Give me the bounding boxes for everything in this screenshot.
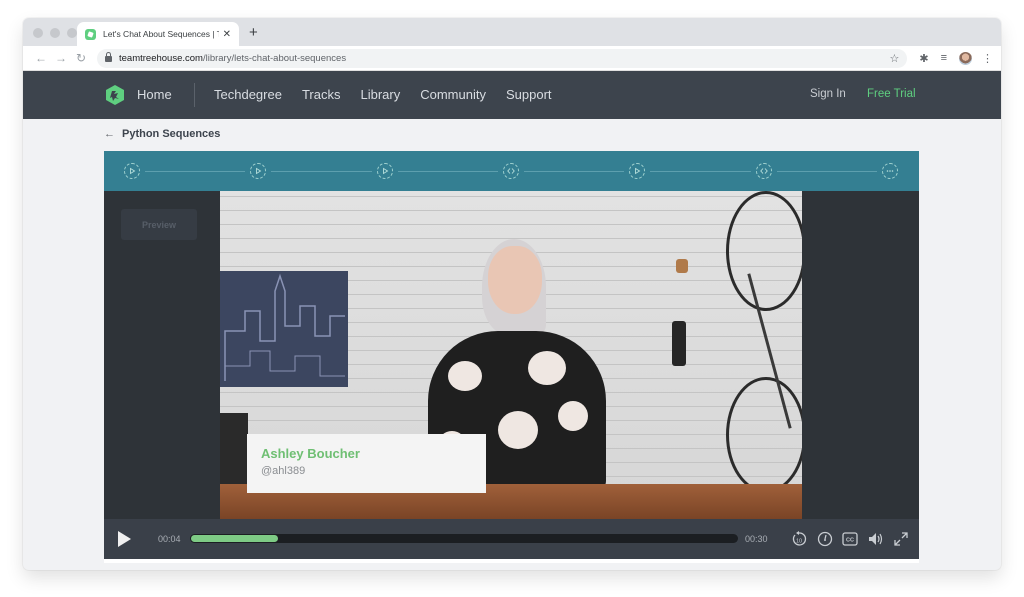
bookmark-star-icon[interactable]: ☆	[889, 52, 899, 65]
play-icon	[256, 167, 262, 175]
course-step-video[interactable]	[250, 163, 267, 179]
course-step-video[interactable]	[629, 163, 646, 179]
right-panel	[802, 191, 919, 519]
bicycle-handle	[676, 259, 688, 273]
nav-library[interactable]: Library	[360, 87, 400, 102]
url-path: /library/lets-chat-about-sequences	[202, 52, 347, 64]
volume-icon[interactable]	[867, 530, 885, 548]
code-icon	[507, 168, 515, 174]
browser-tab[interactable]: Let's Chat About Sequences | Treehouse ✕	[77, 22, 239, 46]
total-time: 00:30	[745, 534, 768, 544]
address-toolbar: ← → ↻ teamtreehouse.com /library/lets-ch…	[23, 46, 1001, 71]
step-connector	[524, 171, 625, 172]
nav-techdegree[interactable]: Techdegree	[214, 87, 282, 102]
window-controls	[33, 28, 77, 38]
step-connector	[650, 171, 751, 172]
close-tab-icon[interactable]: ✕	[223, 29, 231, 40]
step-connector	[397, 171, 498, 172]
progress-fill	[191, 535, 278, 542]
playback-speed-icon[interactable]	[816, 530, 834, 548]
address-bar[interactable]: teamtreehouse.com /library/lets-chat-abo…	[97, 48, 908, 68]
svg-text:CC: CC	[846, 538, 854, 544]
presenter-name: Ashley Boucher	[261, 446, 360, 461]
extensions-puzzle-icon[interactable]: ✱	[919, 52, 928, 65]
url-host: teamtreehouse.com	[119, 52, 203, 64]
bicycle-seat	[672, 321, 686, 366]
nav-support[interactable]: Support	[506, 87, 552, 102]
video-frame[interactable]: Ashley Boucher @ahl389	[220, 191, 802, 519]
fullscreen-icon[interactable]	[892, 530, 910, 548]
treehouse-favicon-icon	[85, 28, 96, 40]
nav-divider	[194, 83, 195, 107]
code-icon	[759, 168, 768, 174]
svg-text:10: 10	[796, 539, 802, 545]
forward-button[interactable]: →	[51, 51, 71, 65]
course-steps-bar	[104, 151, 919, 191]
site-header: Home Techdegree Tracks Library Community…	[23, 71, 1001, 119]
close-window-button[interactable]	[33, 28, 43, 38]
course-step-video[interactable]	[124, 163, 140, 179]
nav-home[interactable]: Home	[137, 87, 172, 102]
content-below-player	[104, 559, 919, 563]
course-step-video[interactable]	[376, 163, 393, 179]
reload-button[interactable]: ↻	[71, 51, 91, 65]
profile-avatar[interactable]	[959, 51, 972, 65]
play-icon	[635, 167, 641, 175]
bicycle-wheel-top	[726, 191, 802, 311]
course-step-code[interactable]	[503, 163, 519, 179]
progress-bar[interactable]	[190, 534, 738, 543]
step-connector	[145, 171, 246, 172]
tab-title: Let's Chat About Sequences | Treehouse	[103, 29, 219, 39]
play-button[interactable]	[118, 531, 131, 547]
play-icon	[382, 167, 389, 175]
breadcrumb[interactable]: ← Python Sequences	[104, 128, 220, 140]
video-player: Preview Ashley Boucher @ahl389 00:04 00:…	[104, 151, 919, 563]
preview-button[interactable]: Preview	[121, 209, 197, 240]
browser-menu-icon[interactable]: ⋮	[982, 52, 993, 65]
maximize-window-button[interactable]	[67, 28, 77, 38]
course-title-link: Python Sequences	[122, 128, 221, 140]
main-nav: Techdegree Tracks Library Community Supp…	[214, 87, 552, 102]
presenter-face	[488, 246, 542, 314]
closed-captions-icon[interactable]: CC	[841, 530, 859, 548]
bicycle-wheel-bottom	[726, 377, 802, 493]
browser-window: Let's Chat About Sequences | Treehouse ✕…	[23, 18, 1001, 570]
nav-tracks[interactable]: Tracks	[302, 87, 341, 102]
left-panel: Preview	[104, 191, 220, 519]
course-step-more[interactable]	[882, 163, 898, 179]
chair	[220, 413, 248, 488]
city-skyline-artwork	[220, 271, 348, 387]
treehouse-logo-icon[interactable]	[104, 84, 126, 106]
minimize-window-button[interactable]	[50, 28, 60, 38]
free-trial-link[interactable]: Free Trial	[867, 88, 916, 100]
rewind-10-icon[interactable]: 10	[790, 530, 808, 548]
media-queue-icon[interactable]: ≡	[941, 52, 947, 64]
nav-community[interactable]: Community	[420, 87, 486, 102]
step-connector	[271, 171, 372, 172]
play-icon	[130, 167, 136, 175]
back-button[interactable]: ←	[31, 51, 51, 65]
ellipsis-icon	[886, 170, 894, 172]
new-tab-button[interactable]: +	[249, 24, 258, 41]
player-controls: 00:04 00:30 10 CC	[104, 519, 919, 559]
presenter-handle: @ahl389	[261, 465, 306, 477]
presenter-lower-third: Ashley Boucher @ahl389	[247, 434, 486, 493]
lock-icon	[105, 52, 112, 62]
course-step-code[interactable]	[755, 163, 772, 179]
tab-strip: Let's Chat About Sequences | Treehouse ✕…	[23, 18, 1001, 46]
current-time: 00:04	[158, 534, 181, 544]
step-connector	[776, 171, 877, 172]
back-arrow-icon: ←	[104, 128, 115, 140]
sign-in-link[interactable]: Sign In	[810, 88, 846, 100]
